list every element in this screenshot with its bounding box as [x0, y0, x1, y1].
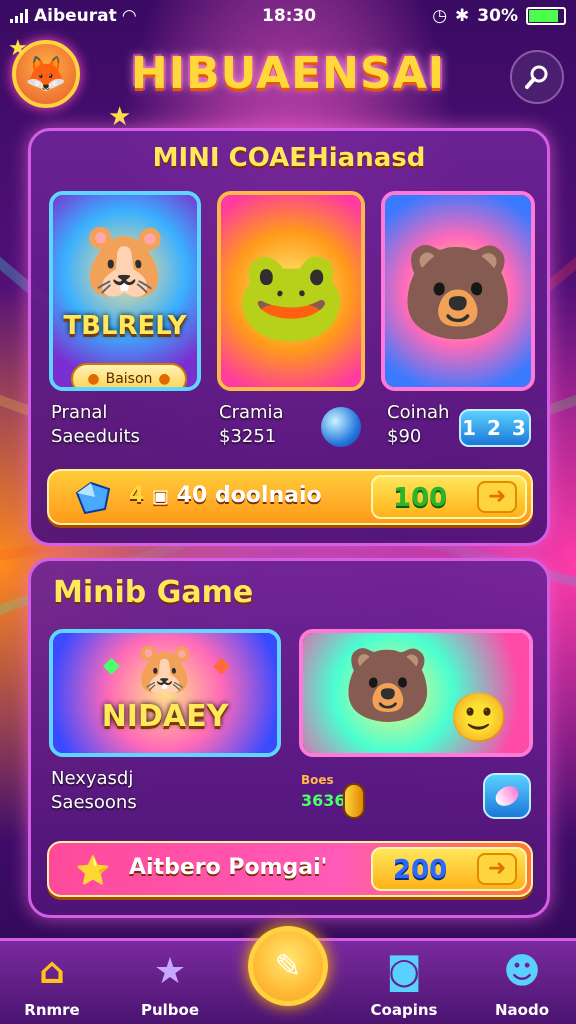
blob-character-icon: 🙂: [449, 690, 509, 746]
hamster-character-icon: 🐹: [133, 639, 197, 697]
mini-games-panel: MINI COAEHianasd 🐹 TBLRELY ● Baison ● Pr…: [28, 128, 550, 546]
card-name: Cramia: [219, 402, 284, 423]
star-icon: ★: [153, 951, 187, 992]
game-card-1[interactable]: 🐹 TBLRELY ● Baison ●: [49, 191, 201, 391]
card-1-meta: Pranal Saeeduits: [51, 401, 140, 449]
small-label: Boes: [301, 773, 334, 787]
bluetooth-icon: ✱: [455, 6, 470, 26]
sun-icon: ●: [158, 371, 171, 387]
profile-icon: ☻: [503, 951, 541, 992]
reward-bar-1[interactable]: 4 ▣ 40 doolnaio 100 ➜: [47, 469, 533, 525]
blue-gem-icon: [75, 481, 111, 515]
code-badge[interactable]: 1 2 3: [459, 409, 531, 447]
mini-game-panel: Minib Game 🐹 NIDAEY ◆ ◆ Nexyasdj Saesoon…: [28, 558, 550, 918]
red-gem-icon: ◆: [213, 653, 230, 678]
card-name: Pranal: [51, 402, 108, 423]
pencil-icon: ✎: [274, 947, 302, 985]
nav-label: Rnmre: [24, 1001, 80, 1019]
nav-item-coupons[interactable]: ◙ Coapins: [354, 949, 454, 1019]
clock: 18:30: [262, 6, 317, 26]
reward-value: 200: [393, 855, 448, 885]
signal-icon: [10, 9, 28, 23]
season-pill[interactable]: ● Baison ●: [71, 363, 187, 387]
card-banner: TBLRELY: [63, 311, 187, 341]
home-icon: ⌂: [39, 951, 65, 992]
game-card-2[interactable]: 🐸: [217, 191, 365, 391]
card-price: Saesoons: [51, 792, 137, 813]
search-button[interactable]: [510, 50, 564, 104]
game-card-5[interactable]: 🐻 🙂: [299, 629, 533, 757]
card-4-meta: Nexyasdj Saesoons: [51, 767, 137, 815]
nav-item-profile[interactable]: ☻ Naodo: [472, 949, 572, 1019]
chat-icon: ◙: [386, 951, 422, 992]
status-bar: Aibeurat ◠ 18:30 ◷ ✱ 30%: [0, 0, 576, 34]
battery-icon: [526, 7, 566, 25]
green-gem-icon: ◆: [103, 653, 120, 678]
reward-value: 100: [393, 483, 448, 513]
reward-bar-2[interactable]: ⭐ Aitbero Pomgai' 200 ➜: [47, 841, 533, 897]
reward-claim-button[interactable]: 100 ➜: [371, 475, 527, 519]
battery-percent: 30%: [477, 6, 518, 26]
alarm-icon: ◷: [432, 6, 448, 26]
hamster-character-icon: 🐹: [78, 217, 172, 303]
card-3-meta: Coinah $90: [387, 401, 449, 449]
pill-label: Baison: [105, 371, 153, 387]
bear-character-icon: 🐻: [400, 239, 516, 346]
game-card-4[interactable]: 🐹 NIDAEY ◆ ◆: [49, 629, 281, 757]
section-title: Minib Game: [53, 575, 254, 610]
nav-label: Pulboe: [140, 1001, 200, 1019]
reward-label: 4 ▣ 40 doolnaio: [129, 483, 322, 508]
card-price: Saeeduits: [51, 426, 140, 447]
card-banner: NIDAEY: [101, 699, 229, 734]
frog-character-icon: 🐸: [234, 243, 348, 348]
nav-label: Coapins: [370, 1001, 438, 1019]
star-character-icon: ⭐: [75, 853, 111, 887]
search-icon: [525, 65, 548, 89]
blue-orb-icon[interactable]: [321, 407, 361, 447]
reward-claim-button[interactable]: 200 ➜: [371, 847, 527, 891]
page-title: HIBUAENSAI: [130, 48, 446, 99]
card-2-meta: Cramia $3251: [219, 401, 284, 449]
coin-icon: [343, 783, 365, 819]
arrow-right-icon: ➜: [477, 853, 517, 885]
center-play-button[interactable]: ✎: [248, 926, 328, 1006]
nav-item-home[interactable]: ⌂ Rnmre: [2, 949, 102, 1019]
small-value: 3636: [301, 791, 346, 810]
arrow-right-icon: ➜: [477, 481, 517, 513]
card-name: Nexyasdj: [51, 768, 134, 789]
candy-icon: [492, 782, 522, 810]
reward-label: Aitbero Pomgai': [129, 855, 328, 880]
sparkle-icon: ★: [8, 36, 28, 61]
sun-icon: ●: [87, 371, 100, 387]
card-price: $3251: [219, 426, 277, 447]
camera-icon: ▣: [151, 486, 169, 507]
card-price: $90: [387, 426, 422, 447]
gem-icon: [67, 479, 119, 517]
nav-item-favorites[interactable]: ★ Pulboe: [120, 949, 220, 1019]
game-card-3[interactable]: 🐻: [381, 191, 535, 391]
card-name: Coinah: [387, 402, 450, 423]
nav-label: Naodo: [494, 1001, 550, 1019]
wifi-icon: ◠: [122, 6, 136, 26]
carrier-label: Aibeurat: [34, 6, 117, 26]
candy-button[interactable]: [483, 773, 531, 819]
section-title: MINI COAEHianasd: [152, 143, 426, 173]
